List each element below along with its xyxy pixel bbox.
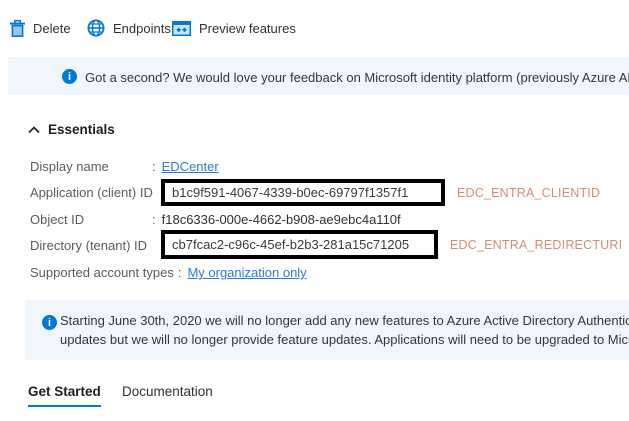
tenant-id-value[interactable]: cb7fcac2-c96c-45ef-b2b3-281a15c71205 — [172, 237, 409, 252]
client-id-annotation-box: b1c9f591-4067-4339-b0ec-69797f1357f1 — [161, 179, 445, 206]
trash-icon — [10, 20, 25, 37]
colon: : — [152, 159, 156, 174]
preview-features-icon — [172, 21, 191, 36]
feedback-banner: i Got a second? We would love your feedb… — [8, 57, 629, 95]
toolbar-preview-features-button[interactable]: Preview features — [172, 16, 296, 40]
display-name-label: Display name — [30, 159, 152, 174]
globe-icon — [87, 19, 105, 37]
toolbar-delete-button[interactable]: Delete — [10, 16, 71, 40]
essentials-row-display-name: Display name : EDCenter — [30, 159, 219, 174]
client-id-label: Application (client) ID — [30, 185, 153, 200]
colon: : — [152, 212, 156, 227]
client-id-value[interactable]: b1c9f591-4067-4339-b0ec-69797f1357f1 — [172, 185, 408, 200]
object-id-label: Object ID — [30, 212, 152, 227]
supported-account-types-label: Supported account types — [30, 265, 178, 280]
tenant-id-annotation-box: cb7fcac2-c96c-45ef-b2b3-281a15c71205 — [161, 230, 438, 259]
display-name-link[interactable]: EDCenter — [162, 159, 219, 174]
feedback-banner-text: Got a second? We would love your feedbac… — [85, 68, 629, 87]
deprecation-banner: i Starting June 30th, 2020 we will no lo… — [25, 300, 629, 360]
client-id-annotation-label: EDC_ENTRA_CLIENTID — [457, 186, 600, 200]
tab-get-started[interactable]: Get Started — [28, 384, 101, 407]
essentials-row-supported-account-types: Supported account types : My organizatio… — [30, 265, 307, 280]
tab-documentation[interactable]: Documentation — [122, 384, 213, 405]
toolbar-preview-features-label: Preview features — [199, 21, 296, 36]
info-icon: i — [42, 315, 57, 330]
toolbar-endpoints-label: Endpoints — [113, 21, 171, 36]
tenant-id-label: Directory (tenant) ID — [30, 238, 147, 253]
essentials-header[interactable]: Essentials — [28, 122, 115, 137]
supported-account-types-link[interactable]: My organization only — [187, 265, 306, 280]
colon: : — [178, 265, 182, 280]
toolbar-delete-label: Delete — [33, 21, 71, 36]
deprecation-banner-line-2: updates but we will no longer provide fe… — [60, 330, 629, 349]
chevron-up-icon — [28, 126, 40, 134]
essentials-title: Essentials — [48, 122, 115, 137]
tenant-id-annotation-label: EDC_ENTRA_REDIRECTURI — [450, 238, 622, 252]
info-icon: i — [62, 69, 77, 84]
essentials-row-object-id: Object ID : f18c6336-000e-4662-b908-ae9e… — [30, 212, 401, 227]
deprecation-banner-line-1: Starting June 30th, 2020 we will no long… — [60, 311, 629, 330]
toolbar-endpoints-button[interactable]: Endpoints — [87, 16, 171, 40]
object-id-value: f18c6336-000e-4662-b908-ae9ebc4a110f — [162, 212, 401, 227]
